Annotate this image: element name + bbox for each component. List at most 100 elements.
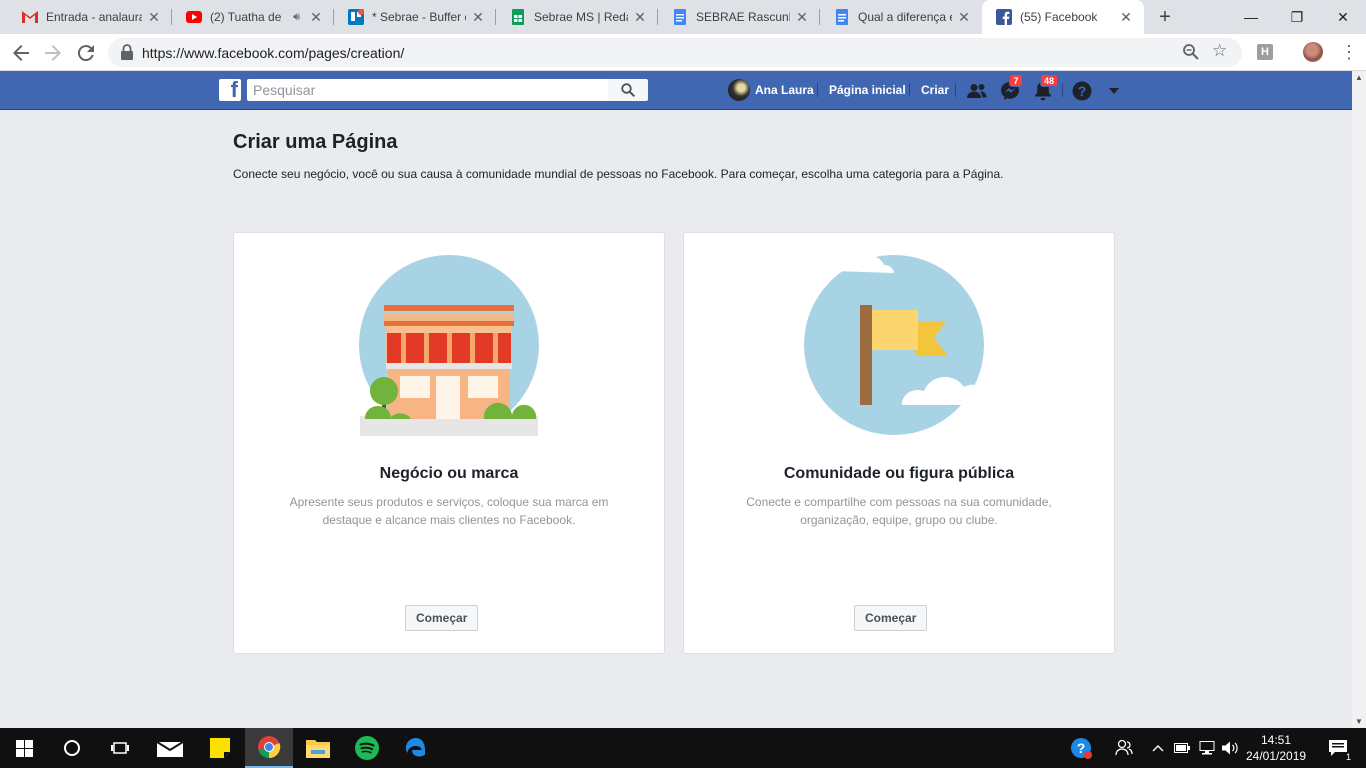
- zoom-icon[interactable]: [1182, 43, 1200, 61]
- file-explorer-icon[interactable]: [294, 728, 342, 768]
- close-tab-icon[interactable]: ✕: [794, 9, 810, 26]
- tab-title: Sebrae MS | Redaç: [534, 10, 628, 24]
- page-title: Criar uma Página: [233, 131, 398, 153]
- start-community-button[interactable]: Começar: [854, 605, 928, 631]
- card-title: Negócio ou marca: [379, 465, 519, 482]
- vertical-scrollbar[interactable]: ▲ ▼: [1352, 71, 1366, 728]
- clock-time: 14:51: [1260, 733, 1292, 747]
- facebook-icon: [996, 9, 1012, 25]
- close-tab-icon[interactable]: ✕: [632, 9, 648, 26]
- tab-gmail[interactable]: Entrada - analaura ✕: [8, 0, 172, 34]
- start-business-button[interactable]: Começar: [405, 605, 479, 631]
- close-tab-icon[interactable]: ✕: [956, 9, 972, 26]
- tab-sheets[interactable]: Sebrae MS | Redaç ✕: [496, 0, 658, 34]
- notification-count: 1: [1344, 752, 1352, 762]
- tab-youtube[interactable]: (2) Tuatha de 🔊︎ ✕: [172, 0, 334, 34]
- messages-badge: 7: [1009, 74, 1023, 87]
- community-card[interactable]: Comunidade ou figura pública Conecte e c…: [683, 232, 1115, 654]
- account-menu-chevron-down-icon[interactable]: [1103, 80, 1125, 102]
- close-tab-icon[interactable]: ✕: [470, 9, 486, 26]
- notifications-badge: 48: [1040, 74, 1059, 87]
- create-link[interactable]: Criar: [921, 71, 949, 109]
- arrow-right-icon: [45, 45, 61, 61]
- docs-icon: [672, 9, 688, 25]
- svg-text:?: ?: [1078, 83, 1087, 99]
- tab-title: Qual a diferença e: [858, 10, 952, 24]
- battery-icon[interactable]: [1172, 728, 1192, 768]
- windows-taskbar: ? 14:51 24/01/2019 1: [0, 728, 1366, 768]
- tab-facebook[interactable]: (55) Facebook ✕: [982, 0, 1144, 34]
- gmail-icon: [22, 9, 38, 25]
- card-description: Conecte e compartilhe com pessoas na sua…: [746, 495, 1052, 527]
- tab-docs-rascunhos[interactable]: SEBRAE Rascunhos ✕: [658, 0, 820, 34]
- url-text[interactable]: https://www.facebook.com/pages/creation/: [142, 45, 404, 61]
- chevron-up-icon[interactable]: [1148, 728, 1168, 768]
- reload-button[interactable]: [73, 40, 99, 66]
- search-icon: [621, 83, 635, 97]
- chrome-menu-icon[interactable]: ⋮: [1340, 40, 1358, 66]
- reload-icon: [78, 45, 94, 61]
- profile-avatar[interactable]: [1303, 42, 1323, 62]
- task-view-icon[interactable]: [96, 728, 144, 768]
- messenger-icon[interactable]: 7: [999, 74, 1023, 102]
- action-center-icon[interactable]: 1: [1318, 728, 1358, 768]
- browser-tab-strip: Entrada - analaura ✕ (2) Tuatha de 🔊︎ ✕ …: [0, 0, 1366, 34]
- scroll-up-icon[interactable]: ▲: [1355, 73, 1363, 82]
- tab-title: SEBRAE Rascunhos: [696, 10, 790, 24]
- page-subtitle: Conecte seu negócio, você ou sua causa à…: [233, 167, 1004, 181]
- tab-trello[interactable]: * Sebrae - Buffer c ✕: [334, 0, 496, 34]
- youtube-icon: [186, 9, 202, 25]
- flag-illustration: [804, 255, 986, 435]
- sticky-notes-icon[interactable]: [196, 728, 244, 768]
- facebook-header: f Ana Laura Página inicial Criar 7 48 ?: [0, 71, 1352, 110]
- tab-docs-diferenca[interactable]: Qual a diferença e ✕: [820, 0, 982, 34]
- mail-icon[interactable]: [146, 728, 194, 768]
- search-button[interactable]: [608, 79, 648, 101]
- facebook-logo-icon[interactable]: f: [219, 77, 241, 102]
- chrome-taskbar-icon[interactable]: [245, 728, 293, 768]
- card-title: Comunidade ou figura pública: [783, 465, 1015, 482]
- minimize-button[interactable]: —: [1228, 0, 1274, 34]
- tab-title: * Sebrae - Buffer c: [372, 10, 466, 24]
- clock-date: 24/01/2019: [1246, 749, 1307, 763]
- home-link[interactable]: Página inicial: [829, 71, 906, 109]
- edge-browser-icon[interactable]: [392, 728, 440, 768]
- speaker-icon[interactable]: 🔊︎: [293, 11, 300, 24]
- notifications-icon[interactable]: 48: [1032, 74, 1059, 102]
- restore-button[interactable]: ❐: [1274, 0, 1320, 34]
- trello-icon: [348, 9, 364, 25]
- address-bar[interactable]: https://www.facebook.com/pages/creation/…: [108, 38, 1242, 67]
- new-tab-button[interactable]: +: [1154, 6, 1176, 28]
- close-tab-icon[interactable]: ✕: [1118, 9, 1134, 26]
- extension-icon[interactable]: H: [1257, 44, 1273, 60]
- help-tray-icon[interactable]: ?: [1066, 728, 1096, 768]
- page-content: Criar uma Página Conecte seu negócio, vo…: [0, 110, 1352, 728]
- svg-text:?: ?: [1077, 740, 1086, 756]
- storefront-illustration: [359, 255, 539, 436]
- cortana-search-icon[interactable]: [48, 728, 96, 768]
- close-window-button[interactable]: ✕: [1320, 0, 1366, 34]
- card-description: Apresente seus produtos e serviços, colo…: [289, 495, 609, 527]
- help-icon[interactable]: ?: [1071, 80, 1093, 102]
- network-icon[interactable]: [1196, 728, 1218, 768]
- scroll-down-icon[interactable]: ▼: [1355, 717, 1363, 726]
- close-tab-icon[interactable]: ✕: [308, 9, 324, 26]
- spotify-icon[interactable]: [343, 728, 391, 768]
- system-clock[interactable]: 14:51 24/01/2019: [1246, 732, 1306, 764]
- people-icon[interactable]: [1110, 728, 1138, 768]
- profile-link[interactable]: Ana Laura: [728, 71, 814, 109]
- back-button[interactable]: [8, 40, 34, 66]
- friend-requests-icon[interactable]: [966, 80, 988, 102]
- tab-title: (2) Tuatha de: [210, 10, 282, 24]
- forward-button[interactable]: [40, 40, 66, 66]
- close-tab-icon[interactable]: ✕: [146, 9, 162, 26]
- docs-icon: [834, 9, 850, 25]
- lock-icon: [121, 44, 133, 60]
- volume-icon[interactable]: [1220, 728, 1242, 768]
- search-input[interactable]: [247, 79, 608, 101]
- windows-start-icon[interactable]: [0, 728, 48, 768]
- tab-title: Entrada - analaura: [46, 10, 142, 24]
- bookmark-star-icon[interactable]: ☆: [1212, 41, 1227, 61]
- user-name: Ana Laura: [755, 83, 814, 97]
- business-card[interactable]: Negócio ou marca Apresente seus produtos…: [233, 232, 665, 654]
